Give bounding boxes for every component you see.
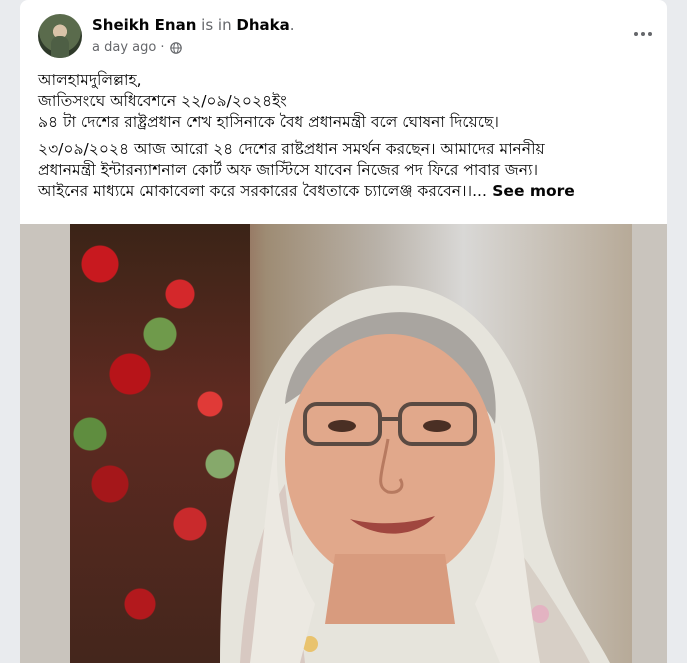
text-line: ৯৪ টা দেশের রাষ্ট্রপ্রধান শেখ হাসিনাকে ব… [38,113,499,131]
portrait-image [220,285,610,663]
text-line-last: আইনের মাধ্যমে মোকাবেলা করে সরকারের বৈধতা… [38,181,653,202]
paragraph-1: আলহামদুলিল্লাহ, জাতিসংঘে অধিবেশনে ২২/০৯/… [38,70,653,133]
globe-icon[interactable] [170,41,183,54]
text-line: ২৩/০৯/২০২৪ আজ আরো ২৪ দেশের রাষ্টপ্রধান স… [38,140,545,158]
avatar[interactable] [38,14,82,58]
more-options-icon[interactable] [631,22,655,46]
post-text: আলহামদুলিল্লাহ, জাতিসংঘে অধিবেশনে ২২/০৯/… [38,70,653,208]
text-line: আলহামদুলিল্লাহ, [38,71,142,89]
location-link[interactable]: Dhaka [236,16,289,34]
timestamp[interactable]: a day ago [92,40,156,55]
text-line: প্রধানমন্ত্রী ইন্টারন্যাশনাল কোর্ট অফ জা… [38,161,539,179]
post-header: Sheikh Enan is in Dhaka. a day ago · [20,0,667,64]
text-line-content: আইনের মাধ্যমে মোকাবেলা করে সরকারের বৈধতা… [38,182,487,200]
post-meta: a day ago · [92,40,183,55]
photo-image [70,224,632,663]
author-line: Sheikh Enan is in Dhaka. [92,16,295,34]
location-suffix: . [289,16,295,34]
paragraph-2: ২৩/০৯/২০২৪ আজ আরো ২৪ দেশের রাষ্টপ্রধান স… [38,139,653,202]
author-name[interactable]: Sheikh Enan [92,16,196,34]
text-line: জাতিসংঘে অধিবেশনে ২২/০৯/২০২৪ইং [38,92,287,110]
meta-separator: · [160,40,165,55]
post-photo[interactable] [20,224,667,663]
post-card: Sheikh Enan is in Dhaka. a day ago · আলহ… [20,0,667,663]
see-more-link[interactable]: See more [487,182,575,200]
location-prefix: is in [196,16,237,34]
